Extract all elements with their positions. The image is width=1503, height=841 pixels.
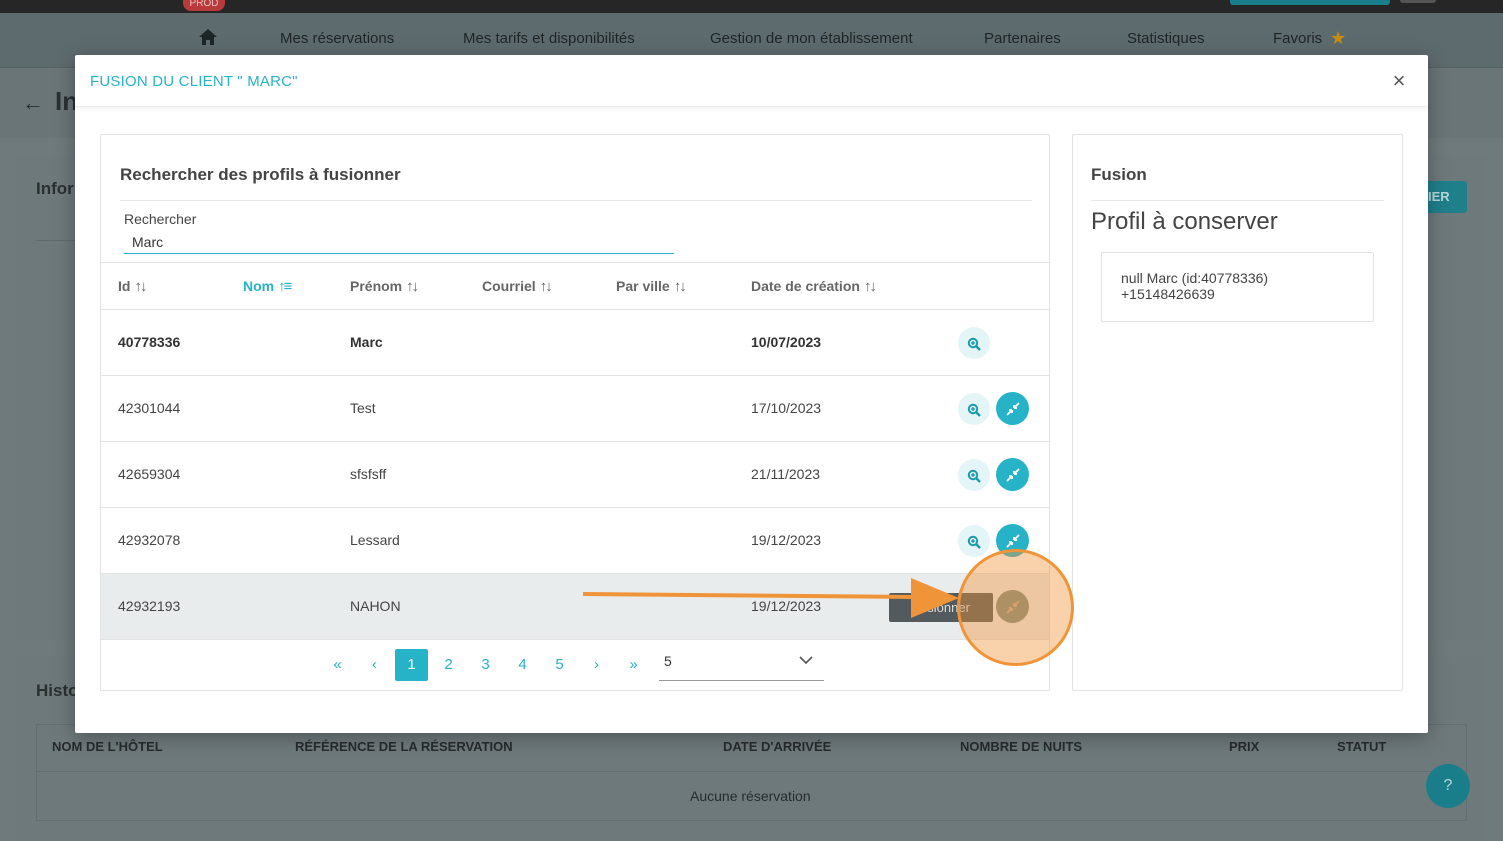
- sort-icon: ↑↓: [406, 278, 419, 295]
- zoom-in-icon[interactable]: [958, 393, 990, 425]
- table-row: 40778336 Marc 10/07/2023: [101, 310, 1049, 376]
- nav-item-partenaires[interactable]: Partenaires: [984, 30, 1061, 47]
- cell-id: 40778336: [118, 334, 181, 350]
- zoom-in-icon[interactable]: [958, 525, 990, 557]
- env-badge: PROD: [183, 0, 225, 11]
- home-icon[interactable]: [198, 28, 218, 46]
- kept-profile-name: null Marc (id:40778336): [1121, 270, 1269, 286]
- history-col-status: STATUT: [1337, 739, 1387, 754]
- history-title: Histo: [36, 681, 79, 700]
- top-bar: PROD: [0, 0, 1503, 13]
- cell-prenom: sfsfsff: [350, 466, 387, 482]
- cell-date: 10/07/2023: [751, 334, 822, 350]
- nav-item-gestion[interactable]: Gestion de mon établissement: [710, 30, 913, 47]
- cell-id: 42659304: [118, 466, 181, 482]
- column-header-prenom[interactable]: Prénom ↑↓: [350, 278, 419, 295]
- close-icon[interactable]: ×: [1387, 69, 1411, 93]
- annotation-arrow-icon: [583, 578, 959, 618]
- nav-item-reservations[interactable]: Mes réservations: [280, 30, 394, 47]
- per-page-select[interactable]: 5: [659, 645, 824, 681]
- history-col-arrival: DATE D'ARRIVÉE: [723, 739, 832, 754]
- divider: [120, 200, 1032, 201]
- nav-item-tarifs[interactable]: Mes tarifs et disponibilités: [463, 30, 635, 47]
- cell-date: 17/10/2023: [751, 400, 822, 416]
- search-section-title: Rechercher des profils à fusionner: [120, 165, 401, 184]
- history-col-reference: RÉFÉRENCE DE LA RÉSERVATION: [295, 739, 513, 754]
- table-row: 42932078 Lessard 19/12/2023: [101, 508, 1049, 574]
- next-page-button[interactable]: ›: [580, 649, 613, 681]
- table-row: 42301044 Test 17/10/2023: [101, 376, 1049, 442]
- page-button-4[interactable]: 4: [506, 649, 539, 681]
- column-header-ville[interactable]: Par ville ↑↓: [616, 278, 687, 295]
- column-header-nom[interactable]: Nom ↑≡: [243, 278, 292, 295]
- table-header: Id ↑↓ Nom ↑≡ Prénom ↑↓ Courriel ↑↓ Par ville…: [101, 262, 1049, 310]
- kept-profile-phone: +15148426639: [1121, 286, 1215, 302]
- divider: [36, 240, 76, 241]
- merge-icon[interactable]: [996, 392, 1029, 425]
- column-header-date[interactable]: Date de création ↑↓: [751, 278, 877, 295]
- highlight-circle: [957, 549, 1074, 666]
- modal-title: FUSION DU CLIENT " MARC": [90, 73, 298, 90]
- history-col-nights: NOMBRE DE NUITS: [960, 739, 1083, 754]
- sort-icon: ↑↓: [673, 278, 687, 295]
- star-icon: ★: [1330, 28, 1347, 48]
- history-col-hotel: NOM DE L'HÔTEL: [52, 739, 163, 754]
- cell-id: 42932193: [118, 598, 181, 614]
- chevron-down-icon: [799, 656, 813, 665]
- merge-icon[interactable]: [996, 458, 1029, 491]
- page-button-5[interactable]: 5: [543, 649, 576, 681]
- fusion-card: Fusion Profil à conserver null Marc (id:…: [1072, 134, 1403, 691]
- cell-id: 42932078: [118, 532, 181, 548]
- page-button-1[interactable]: 1: [395, 649, 428, 681]
- merge-client-modal: FUSION DU CLIENT " MARC" × Rechercher de…: [75, 55, 1428, 733]
- divider: [1091, 200, 1384, 201]
- table-row: 42659304 sfsfsff 21/11/2023: [101, 442, 1049, 508]
- page-button-3[interactable]: 3: [469, 649, 502, 681]
- modal-header: FUSION DU CLIENT " MARC" ×: [75, 55, 1428, 107]
- column-header-id[interactable]: Id ↑↓: [118, 278, 147, 295]
- search-input[interactable]: [124, 230, 674, 254]
- fusion-title: Fusion: [1091, 165, 1147, 184]
- sort-icon: ↑↓: [134, 278, 147, 295]
- cell-prenom: Marc: [350, 334, 383, 350]
- page-button-2[interactable]: 2: [432, 649, 465, 681]
- topbar-button-secondary[interactable]: [1400, 0, 1436, 3]
- cell-prenom: NAHON: [350, 598, 401, 614]
- prev-page-button[interactable]: ‹: [358, 649, 391, 681]
- nav-item-statistiques[interactable]: Statistiques: [1127, 30, 1205, 47]
- per-page-value: 5: [664, 653, 672, 669]
- sort-asc-icon: ↑≡: [278, 278, 292, 295]
- cell-prenom: Test: [350, 400, 376, 416]
- topbar-button[interactable]: [1230, 0, 1390, 5]
- keep-profile-title: Profil à conserver: [1091, 208, 1278, 235]
- pagination: « ‹ 1 2 3 4 5 › » 5: [101, 637, 1049, 691]
- nav-item-favoris[interactable]: Favoris: [1273, 30, 1322, 47]
- first-page-button[interactable]: «: [321, 649, 354, 681]
- cell-prenom: Lessard: [350, 532, 400, 548]
- sort-icon: ↑↓: [863, 278, 877, 295]
- zoom-in-icon[interactable]: [958, 327, 990, 359]
- history-col-price: PRIX: [1229, 739, 1260, 754]
- cell-date: 21/11/2023: [751, 466, 821, 482]
- sort-icon: ↑↓: [539, 278, 553, 295]
- zoom-in-icon[interactable]: [958, 459, 990, 491]
- back-arrow-icon[interactable]: ←: [22, 90, 44, 116]
- cell-date: 19/12/2023: [751, 532, 822, 548]
- history-empty-text: Aucune réservation: [690, 788, 811, 804]
- info-title: Infor: [36, 179, 74, 198]
- search-label: Rechercher: [124, 211, 197, 227]
- column-header-courriel[interactable]: Courriel ↑↓: [482, 278, 553, 295]
- last-page-button[interactable]: »: [617, 649, 650, 681]
- kept-profile-box: null Marc (id:40778336) +15148426639: [1101, 252, 1374, 322]
- cell-id: 42301044: [118, 400, 181, 416]
- help-button[interactable]: ?: [1426, 764, 1470, 808]
